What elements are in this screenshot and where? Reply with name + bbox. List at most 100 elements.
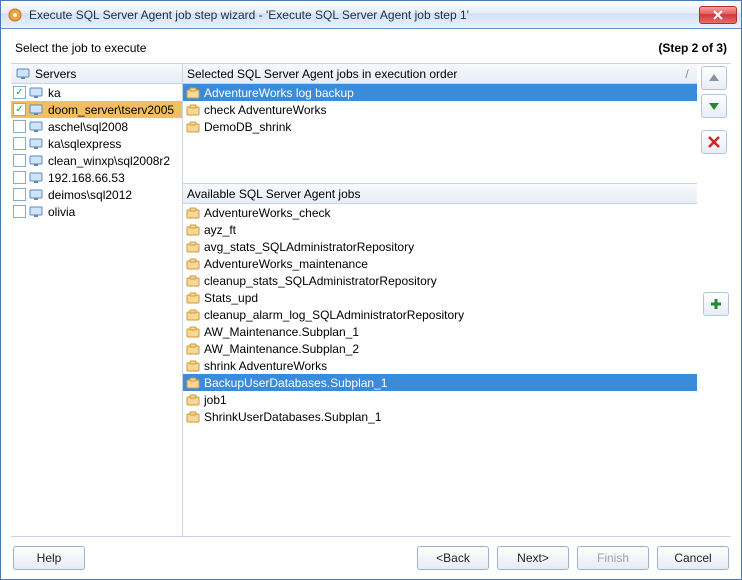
job-icon bbox=[185, 359, 201, 373]
job-name: avg_stats_SQLAdministratorRepository bbox=[204, 240, 414, 254]
remove-button[interactable] bbox=[701, 130, 727, 154]
job-icon bbox=[185, 410, 201, 424]
job-row[interactable]: AW_Maintenance.Subplan_2 bbox=[183, 340, 697, 357]
selected-jobs-header[interactable]: Selected SQL Server Agent jobs in execut… bbox=[183, 64, 697, 84]
job-row[interactable]: AdventureWorks log backup bbox=[183, 84, 697, 101]
job-name: BackupUserDatabases.Subplan_1 bbox=[204, 376, 387, 390]
job-icon bbox=[185, 325, 201, 339]
job-name: AW_Maintenance.Subplan_2 bbox=[204, 342, 359, 356]
server-checkbox[interactable] bbox=[13, 120, 26, 133]
server-icon bbox=[29, 137, 45, 151]
job-row[interactable]: job1 bbox=[183, 391, 697, 408]
available-jobs-header[interactable]: Available SQL Server Agent jobs bbox=[183, 184, 697, 204]
reorder-buttons bbox=[701, 66, 729, 154]
job-row[interactable]: AdventureWorks_check bbox=[183, 204, 697, 221]
server-icon bbox=[29, 120, 45, 134]
available-jobs-header-label: Available SQL Server Agent jobs bbox=[187, 187, 360, 201]
server-name: aschel\sql2008 bbox=[48, 120, 128, 134]
job-name: ShrinkUserDatabases.Subplan_1 bbox=[204, 410, 381, 424]
server-icon bbox=[29, 103, 45, 117]
job-row[interactable]: ayz_ft bbox=[183, 221, 697, 238]
server-row[interactable]: clean_winxp\sql2008r2 bbox=[11, 152, 182, 169]
server-name: 192.168.66.53 bbox=[48, 171, 125, 185]
servers-column-header[interactable]: Servers bbox=[11, 64, 182, 84]
server-checkbox[interactable] bbox=[13, 205, 26, 218]
next-button[interactable]: Next> bbox=[497, 546, 569, 570]
help-button[interactable]: Help bbox=[13, 546, 85, 570]
jobs-pane: Selected SQL Server Agent jobs in execut… bbox=[183, 64, 731, 536]
server-name: olivia bbox=[48, 205, 75, 219]
server-checkbox[interactable] bbox=[13, 154, 26, 167]
cancel-button[interactable]: Cancel bbox=[657, 546, 729, 570]
job-row[interactable]: AW_Maintenance.Subplan_1 bbox=[183, 323, 697, 340]
server-list[interactable]: ✓ ka ✓ doom_server\tserv2005 aschel\sql2008 k… bbox=[11, 84, 182, 536]
server-icon bbox=[29, 205, 45, 219]
job-row[interactable]: avg_stats_SQLAdministratorRepository bbox=[183, 238, 697, 255]
server-row[interactable]: olivia bbox=[11, 203, 182, 220]
selected-jobs-panel: Selected SQL Server Agent jobs in execut… bbox=[183, 64, 697, 184]
finish-button: Finish bbox=[577, 546, 649, 570]
move-up-button[interactable] bbox=[701, 66, 727, 90]
available-jobs-panel: Available SQL Server Agent jobs Adventur… bbox=[183, 184, 697, 536]
job-name: cleanup_alarm_log_SQLAdministratorReposi… bbox=[204, 308, 464, 322]
job-row[interactable]: cleanup_alarm_log_SQLAdministratorReposi… bbox=[183, 306, 697, 323]
wizard-body: Servers ✓ ka ✓ doom_server\tserv2005 aschel\… bbox=[11, 63, 731, 537]
selected-jobs-list[interactable]: AdventureWorks log backupcheck Adventure… bbox=[183, 84, 697, 183]
job-icon bbox=[185, 257, 201, 271]
server-name: doom_server\tserv2005 bbox=[48, 103, 174, 117]
job-icon bbox=[185, 393, 201, 407]
step-indicator: (Step 2 of 3) bbox=[658, 41, 727, 55]
job-icon bbox=[185, 223, 201, 237]
window-title: Execute SQL Server Agent job step wizard… bbox=[29, 8, 699, 22]
job-icon bbox=[185, 86, 201, 100]
job-name: AdventureWorks_maintenance bbox=[204, 257, 368, 271]
server-name: ka bbox=[48, 86, 61, 100]
server-checkbox[interactable]: ✓ bbox=[13, 103, 26, 116]
wizard-window: Execute SQL Server Agent job step wizard… bbox=[0, 0, 742, 580]
titlebar: Execute SQL Server Agent job step wizard… bbox=[1, 1, 741, 29]
job-icon bbox=[185, 291, 201, 305]
job-name: ayz_ft bbox=[204, 223, 236, 237]
wizard-header: Select the job to execute (Step 2 of 3) bbox=[1, 29, 741, 63]
job-name: cleanup_stats_SQLAdministratorRepository bbox=[204, 274, 437, 288]
job-row[interactable]: Stats_upd bbox=[183, 289, 697, 306]
server-icon bbox=[29, 154, 45, 168]
job-icon bbox=[185, 120, 201, 134]
job-row[interactable]: check AdventureWorks bbox=[183, 101, 697, 118]
job-name: job1 bbox=[204, 393, 227, 407]
job-row[interactable]: DemoDB_shrink bbox=[183, 118, 697, 135]
server-icon bbox=[29, 188, 45, 202]
job-row[interactable]: shrink AdventureWorks bbox=[183, 357, 697, 374]
server-row[interactable]: 192.168.66.53 bbox=[11, 169, 182, 186]
server-row[interactable]: aschel\sql2008 bbox=[11, 118, 182, 135]
server-row[interactable]: ✓ ka bbox=[11, 84, 182, 101]
server-name: deimos\sql2012 bbox=[48, 188, 132, 202]
job-icon bbox=[185, 206, 201, 220]
job-name: shrink AdventureWorks bbox=[204, 359, 327, 373]
job-row[interactable]: cleanup_stats_SQLAdministratorRepository bbox=[183, 272, 697, 289]
job-name: AW_Maintenance.Subplan_1 bbox=[204, 325, 359, 339]
close-button[interactable] bbox=[699, 6, 737, 24]
server-row[interactable]: ka\sqlexpress bbox=[11, 135, 182, 152]
job-icon bbox=[185, 376, 201, 390]
back-button[interactable]: <Back bbox=[417, 546, 489, 570]
server-name: ka\sqlexpress bbox=[48, 137, 121, 151]
available-jobs-list[interactable]: AdventureWorks_check ayz_ft avg_stats_SQLA… bbox=[183, 204, 697, 536]
server-checkbox[interactable] bbox=[13, 137, 26, 150]
server-name: clean_winxp\sql2008r2 bbox=[48, 154, 170, 168]
job-icon bbox=[185, 103, 201, 117]
job-name: AdventureWorks_check bbox=[204, 206, 331, 220]
server-checkbox[interactable] bbox=[13, 171, 26, 184]
server-row[interactable]: deimos\sql2012 bbox=[11, 186, 182, 203]
server-row[interactable]: ✓ doom_server\tserv2005 bbox=[11, 101, 182, 118]
move-down-button[interactable] bbox=[701, 94, 727, 118]
job-row[interactable]: AdventureWorks_maintenance bbox=[183, 255, 697, 272]
add-button[interactable] bbox=[703, 292, 729, 316]
sort-indicator: / bbox=[681, 67, 693, 81]
server-checkbox[interactable]: ✓ bbox=[13, 86, 26, 99]
job-row[interactable]: ShrinkUserDatabases.Subplan_1 bbox=[183, 408, 697, 425]
job-row[interactable]: BackupUserDatabases.Subplan_1 bbox=[183, 374, 697, 391]
wizard-footer: Help <Back Next> Finish Cancel bbox=[1, 537, 741, 579]
server-checkbox[interactable] bbox=[13, 188, 26, 201]
servers-column-label: Servers bbox=[35, 67, 76, 81]
